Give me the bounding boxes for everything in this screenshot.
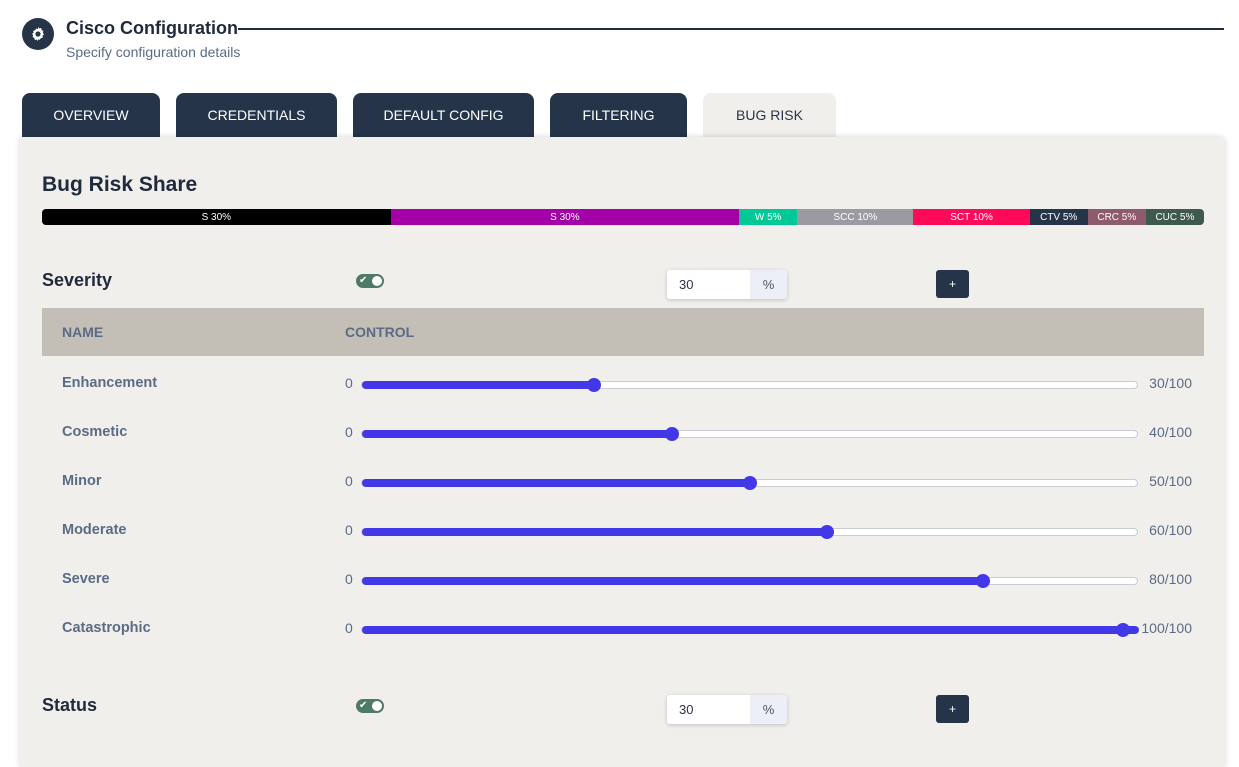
- severity-name: Moderate: [62, 522, 127, 538]
- slider-value-label: 80/100: [1149, 571, 1192, 587]
- share-segment: CRC 5%: [1087, 209, 1146, 225]
- slider-value-label: 60/100: [1149, 522, 1192, 538]
- slider-thumb[interactable]: [665, 427, 679, 441]
- slider-min-label: 0: [345, 375, 353, 391]
- severity-row: Cosmetic 0 40/100: [42, 419, 1204, 468]
- slider-thumb[interactable]: [976, 574, 990, 588]
- severity-row: Severe 0 80/100: [42, 566, 1204, 615]
- severity-row: Enhancement 0 30/100: [42, 370, 1204, 419]
- percent-unit: %: [750, 695, 787, 724]
- severity-name: Severe: [62, 571, 110, 587]
- column-control: CONTROL: [345, 324, 415, 340]
- page-header: Cisco Configuration Specify configuratio…: [22, 16, 1224, 66]
- slider-fill: [362, 626, 1139, 634]
- severity-table-header: NAME CONTROL: [42, 308, 1204, 356]
- page-title: Cisco Configuration: [66, 18, 238, 38]
- severity-label: Severity: [42, 270, 113, 290]
- toggle-knob: [372, 276, 382, 286]
- severity-percent-group: %: [667, 270, 787, 299]
- slider-min-label: 0: [345, 424, 353, 440]
- slider-fill: [362, 479, 751, 487]
- header-divider: [238, 28, 1224, 30]
- percent-unit: %: [750, 270, 787, 299]
- severity-row: Moderate 0 60/100: [42, 517, 1204, 566]
- severity-name: Catastrophic: [62, 620, 151, 636]
- slider-thumb[interactable]: [820, 525, 834, 539]
- share-segment: CUC 5%: [1145, 209, 1204, 225]
- toggle-knob: [372, 701, 382, 711]
- gear-icon: [22, 18, 54, 50]
- share-segment: CTV 5%: [1029, 209, 1088, 225]
- check-icon: ✔: [359, 700, 368, 711]
- severity-slider[interactable]: [361, 577, 1138, 585]
- slider-thumb[interactable]: [587, 378, 601, 392]
- severity-name: Minor: [62, 473, 102, 489]
- share-title: Bug Risk Share: [42, 173, 198, 196]
- tab-overview[interactable]: OVERVIEW: [22, 93, 160, 137]
- slider-min-label: 0: [345, 571, 353, 587]
- severity-slider[interactable]: [361, 430, 1138, 438]
- severity-toggle[interactable]: ✔: [356, 274, 384, 288]
- risk-share-bar: S 30% S 30% W 5% SCC 10% SCT 10% CTV 5% CRC 5%…: [42, 209, 1204, 225]
- share-segment: W 5%: [739, 209, 798, 225]
- check-icon: ✔: [359, 275, 368, 286]
- status-add-button[interactable]: +: [936, 695, 969, 723]
- column-name: NAME: [62, 324, 104, 340]
- slider-fill: [362, 430, 673, 438]
- slider-value-label: 100/100: [1141, 620, 1192, 636]
- tab-filtering[interactable]: FILTERING: [550, 93, 687, 137]
- tab-credentials[interactable]: CREDENTIALS: [176, 93, 337, 137]
- severity-slider[interactable]: [361, 381, 1138, 389]
- status-label: Status: [42, 695, 98, 715]
- severity-slider[interactable]: [361, 528, 1138, 536]
- share-segment: S 30%: [390, 209, 740, 225]
- slider-fill: [362, 381, 595, 389]
- page-subtitle: Specify configuration details: [66, 44, 241, 60]
- share-segment: SCC 10%: [797, 209, 914, 225]
- status-percent-group: %: [667, 695, 787, 724]
- share-segment: S 30%: [42, 209, 391, 225]
- severity-name: Enhancement: [62, 375, 158, 391]
- slider-thumb[interactable]: [1116, 623, 1130, 637]
- bug-risk-panel: Bug Risk Share S 30% S 30% W 5% SCC 10% SCT …: [20, 137, 1225, 767]
- slider-fill: [362, 577, 984, 585]
- status-toggle[interactable]: ✔: [356, 699, 384, 713]
- slider-value-label: 30/100: [1149, 375, 1192, 391]
- severity-name: Cosmetic: [62, 424, 128, 440]
- slider-fill: [362, 528, 828, 536]
- severity-percent-input[interactable]: [667, 270, 750, 299]
- share-segment: SCT 10%: [913, 209, 1030, 225]
- slider-min-label: 0: [345, 620, 353, 636]
- tab-bug-risk[interactable]: BUG RISK: [703, 93, 836, 137]
- slider-min-label: 0: [345, 473, 353, 489]
- slider-min-label: 0: [345, 522, 353, 538]
- tab-default-config[interactable]: DEFAULT CONFIG: [353, 93, 534, 137]
- slider-value-label: 50/100: [1149, 473, 1192, 489]
- severity-row: Minor 0 50/100: [42, 468, 1204, 517]
- severity-add-button[interactable]: +: [936, 270, 969, 298]
- severity-row: Catastrophic 0 100/100: [42, 615, 1204, 664]
- slider-value-label: 40/100: [1149, 424, 1192, 440]
- status-percent-input[interactable]: [667, 695, 750, 724]
- severity-slider[interactable]: [361, 626, 1139, 634]
- slider-thumb[interactable]: [743, 476, 757, 490]
